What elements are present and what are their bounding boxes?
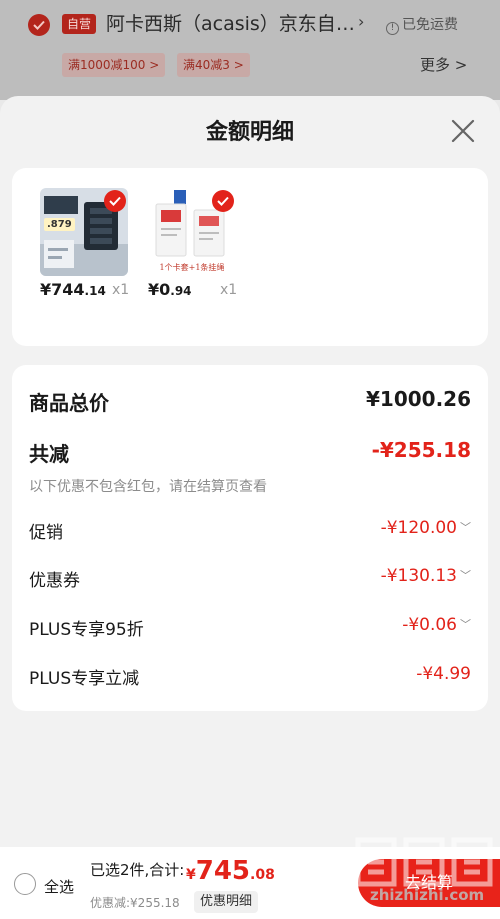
product-item[interactable]: 1个卡套+1条挂绳 <box>148 188 236 276</box>
subtotal-value: ¥1000.26 <box>365 387 471 411</box>
discount-row-coupon[interactable]: 优惠券 -¥130.13 ﹀ <box>29 566 471 596</box>
chevron-right-icon[interactable]: › <box>358 12 364 31</box>
subtotal-row: 商品总价 ¥1000.26 <box>29 387 471 417</box>
chevron-down-icon[interactable]: ﹀ <box>460 616 471 632</box>
info-icon: ! <box>386 22 399 35</box>
reduction-note: 以下优惠不包含红包，请在结算页查看 <box>29 479 267 495</box>
chevron-down-icon[interactable]: ﹀ <box>460 567 471 583</box>
coupon-chip[interactable]: 满1000减100 > <box>62 53 166 77</box>
product-quantity: x1 <box>112 282 130 298</box>
price-decimal: .14 <box>84 284 106 298</box>
selected-summary: 已选2件,合计: <box>90 861 185 879</box>
product-thumbnail: 1个卡套+1条挂绳 <box>148 188 236 276</box>
discount-value: -¥120.00 ﹀ <box>381 518 471 538</box>
price-badge: .879 <box>44 218 75 231</box>
more-coupons-link[interactable]: 更多 > <box>420 54 467 75</box>
chevron-down-icon[interactable]: ﹀ <box>460 519 471 535</box>
amount-breakdown-card: 商品总价 ¥1000.26 共减 -¥255.18 以下优惠不包含红包，请在结算… <box>12 365 488 711</box>
total-currency: ¥ <box>186 867 196 883</box>
product-thumbnail: .879 <box>40 188 128 276</box>
discount-row-plus-95[interactable]: PLUS专享95折 -¥0.06 ﹀ <box>29 615 471 645</box>
discount-row-promotion[interactable]: 促销 -¥120.00 ﹀ <box>29 518 471 548</box>
discount-value: -¥130.13 ﹀ <box>381 566 471 586</box>
product-item[interactable]: .879 <box>40 188 128 276</box>
select-all-radio[interactable] <box>14 873 36 895</box>
discount-detail-button[interactable]: 优惠明细 <box>194 891 259 913</box>
amount-detail-sheet: 金额明细 .879 ¥744.14 x1 1个卡套+1条挂绳 ¥0.94 x1 … <box>0 96 500 919</box>
watermark-logo <box>355 837 493 887</box>
discount-value: -¥0.06 ﹀ <box>402 615 471 635</box>
self-operated-tag: 自营 <box>62 14 97 34</box>
discount-label: PLUS专享95折 <box>29 620 144 640</box>
watermark-url: zhizhizhi.com <box>370 886 485 904</box>
sheet-title: 金额明细 <box>205 120 294 145</box>
discount-row-plus-instant: PLUS专享立减 -¥4.99 <box>29 664 471 694</box>
select-all-label[interactable]: 全选 <box>44 876 74 897</box>
discount-label: PLUS专享立减 <box>29 669 140 689</box>
discount-amount: -¥120.00 <box>380 518 457 538</box>
subtotal-label: 商品总价 <box>29 391 109 415</box>
saved-amount: 优惠减:¥255.18 <box>90 896 180 910</box>
store-check-icon[interactable] <box>28 14 50 36</box>
price-integer: ¥0 <box>148 280 171 299</box>
total-reduction-value: -¥255.18 <box>371 438 471 462</box>
selected-check-icon[interactable] <box>212 190 234 212</box>
free-shipping-status: ! 已免运费 <box>386 14 458 35</box>
product-card: .879 ¥744.14 x1 1个卡套+1条挂绳 ¥0.94 x1 <box>12 168 488 346</box>
product-caption: 1个卡套+1条挂绳 <box>159 263 225 272</box>
total-decimal: .08 <box>250 867 275 883</box>
discount-label: 促销 <box>29 523 63 543</box>
order-total: ¥745.08 <box>186 856 275 886</box>
product-price: ¥0.94 <box>148 280 192 299</box>
price-integer: ¥744 <box>40 280 85 299</box>
discount-value: -¥4.99 <box>416 664 471 684</box>
coupon-chip[interactable]: 满40减3 > <box>177 53 250 77</box>
free-shipping-label: 已免运费 <box>402 17 458 33</box>
product-quantity: x1 <box>220 282 238 298</box>
store-name[interactable]: 阿卡西斯（acasis）京东自营旗舰店 <box>106 10 356 38</box>
product-price: ¥744.14 <box>40 280 106 299</box>
discount-label: 优惠券 <box>29 571 80 591</box>
total-reduction-label: 共减 <box>29 442 69 466</box>
close-icon[interactable] <box>446 114 480 148</box>
total-reduction-row: 共减 -¥255.18 <box>29 438 471 468</box>
price-decimal: .94 <box>170 284 192 298</box>
discount-amount: -¥130.13 <box>380 566 457 586</box>
selected-check-icon[interactable] <box>104 190 126 212</box>
discount-amount: -¥0.06 <box>402 615 457 635</box>
total-integer: 745 <box>195 856 251 886</box>
